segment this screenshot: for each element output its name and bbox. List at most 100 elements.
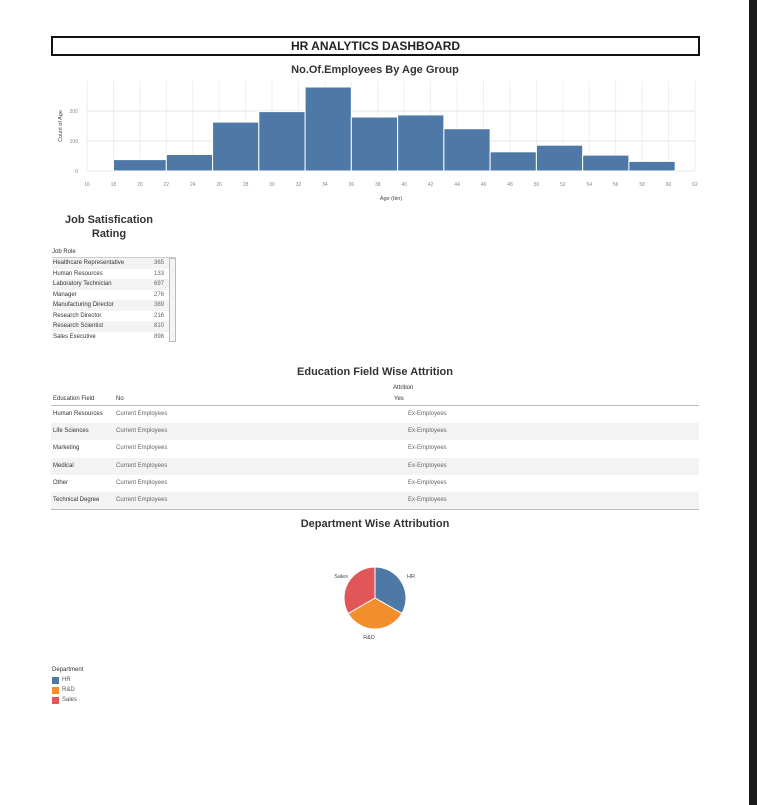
window-edge-bar	[749, 0, 757, 805]
x-tick-label: 16	[84, 182, 90, 188]
age-chart-title: No.Of.Employees By Age Group	[291, 64, 459, 76]
education-field-header: Education Field	[53, 396, 95, 402]
education-title: Education Field Wise Attrition	[297, 366, 453, 378]
education-field: Human Resources	[53, 411, 103, 417]
education-row: Human Resources Current Employees Ex-Emplo…	[51, 406, 699, 423]
job-satisfaction-title-line2: Rating	[91, 228, 127, 240]
job-role-name: Laboratory Technician	[53, 281, 112, 287]
education-row: Medical Current Employees Ex-Employees	[51, 457, 699, 475]
legend-item[interactable]: Sales	[52, 695, 83, 705]
attrition-header: Attrition	[393, 385, 414, 391]
x-tick-label: 56	[613, 182, 619, 188]
education-field: Life Sciences	[53, 428, 89, 435]
x-tick-label: 48	[507, 182, 513, 188]
x-tick-label: 30	[269, 182, 275, 188]
x-tick-label: 60	[666, 182, 672, 188]
attrition-yes: Ex-Employees	[408, 445, 447, 452]
legend-swatch	[52, 696, 59, 704]
education-row: Marketing Current Employees Ex-Employees	[51, 440, 699, 457]
education-field: Other	[53, 479, 69, 486]
x-tick-label: 44	[454, 182, 460, 188]
attrition-no: Current Employees	[116, 479, 168, 486]
pie-label: R&D	[363, 635, 375, 641]
no-header: No	[116, 396, 124, 402]
x-tick-label: 28	[243, 182, 249, 188]
education-field: Marketing	[53, 445, 80, 452]
x-tick-label: 20	[137, 182, 143, 188]
dashboard-title: HR ANALYTICS DASHBOARD	[51, 36, 700, 56]
legend-item[interactable]: R&D	[52, 685, 83, 695]
x-tick-label: 26	[216, 182, 222, 188]
department-legend: Department HR R&D Sales	[52, 667, 83, 705]
x-tick-label: 50	[534, 182, 540, 188]
legend-title: Department	[52, 667, 84, 673]
job-role-row: Manager 276	[52, 290, 176, 301]
attrition-no: Current Employees	[116, 462, 168, 469]
job-role-row: Sales Executive 898	[52, 332, 176, 343]
age-bar[interactable]	[165, 154, 214, 172]
job-role-value: 898	[153, 333, 164, 340]
department-pie-chart: HR R&D Sales	[334, 566, 415, 641]
x-tick-label: 54	[586, 182, 592, 188]
job-role-value: 810	[153, 323, 164, 329]
y-axis-label: Count of Age	[58, 110, 64, 142]
attrition-no: Current Employees	[116, 428, 168, 435]
x-tick-label: 24	[190, 182, 196, 188]
table-bottom-divider	[51, 509, 699, 510]
legend-label: Sales	[62, 697, 78, 703]
age-bar[interactable]	[535, 144, 584, 172]
x-tick-label: 36	[349, 182, 355, 188]
age-bar[interactable]	[304, 86, 352, 172]
job-role-name: Research Scientist	[53, 323, 104, 329]
age-bar[interactable]	[397, 114, 445, 172]
age-bar[interactable]	[350, 116, 399, 172]
job-role-name: Manager	[53, 291, 77, 298]
attrition-no: Current Employees	[116, 445, 168, 452]
education-row: Technical Degree Current Employees Ex-Empl…	[51, 491, 699, 510]
job-role-row: Human Resources 133	[52, 269, 176, 280]
job-role-row: Laboratory Technician 697	[52, 279, 176, 290]
attrition-yes: Ex-Employees	[408, 411, 447, 417]
job-satisfaction-title-line1: Job Satisfication	[64, 214, 154, 226]
age-histogram: 0 100 200 16 18 20 22 24 26 28 30 32 34 36 38 40 42 44 46 4…	[58, 81, 698, 202]
x-tick-label: 52	[560, 182, 566, 188]
job-role-value: 216	[153, 312, 164, 319]
x-tick-label: 32	[296, 182, 302, 188]
y-tick-label: 200	[70, 109, 79, 115]
age-bar[interactable]	[112, 159, 167, 172]
pie-label: Sales	[334, 574, 348, 580]
job-role-scrollbar[interactable]	[169, 258, 176, 342]
x-axis-label: Age (bin)	[380, 196, 402, 202]
x-tick-label: 18	[111, 182, 117, 188]
x-tick-label: 22	[164, 182, 170, 188]
job-role-row: Manufacturing Director 389	[52, 300, 176, 311]
x-tick-label: 62	[692, 182, 698, 188]
job-role-name: Healthcare Representative	[53, 260, 125, 266]
job-role-value: 276	[153, 291, 164, 298]
yes-header: Yes	[394, 396, 404, 402]
age-bar[interactable]	[628, 160, 676, 172]
age-bar[interactable]	[258, 111, 306, 172]
job-role-row: Research Director 216	[52, 311, 176, 322]
legend-swatch	[52, 686, 59, 694]
job-role-name: Human Resources	[53, 270, 103, 277]
job-role-name: Manufacturing Director	[53, 302, 114, 308]
age-bar[interactable]	[212, 121, 260, 172]
legend-swatch	[52, 676, 59, 684]
x-tick-label: 38	[375, 182, 381, 188]
job-role-name: Research Director	[53, 312, 102, 319]
age-bar[interactable]	[443, 128, 491, 172]
legend-item[interactable]: HR	[52, 675, 83, 685]
education-field: Technical Degree	[53, 496, 100, 503]
job-role-table: Job Role Healthcare Representative 365 Hum…	[52, 249, 177, 342]
attrition-yes: Ex-Employees	[408, 428, 447, 435]
age-bar[interactable]	[582, 154, 630, 172]
attrition-yes: Ex-Employees	[408, 496, 447, 503]
attrition-no: Current Employees	[116, 411, 168, 417]
age-bar[interactable]	[489, 151, 537, 172]
job-satisfaction-title: Job Satisfication Rating	[55, 213, 163, 241]
job-role-value: 133	[153, 270, 164, 277]
education-row: Other Current Employees Ex-Employees	[51, 475, 699, 492]
job-role-row: Research Scientist 810	[52, 321, 176, 332]
education-field: Medical	[53, 462, 74, 469]
